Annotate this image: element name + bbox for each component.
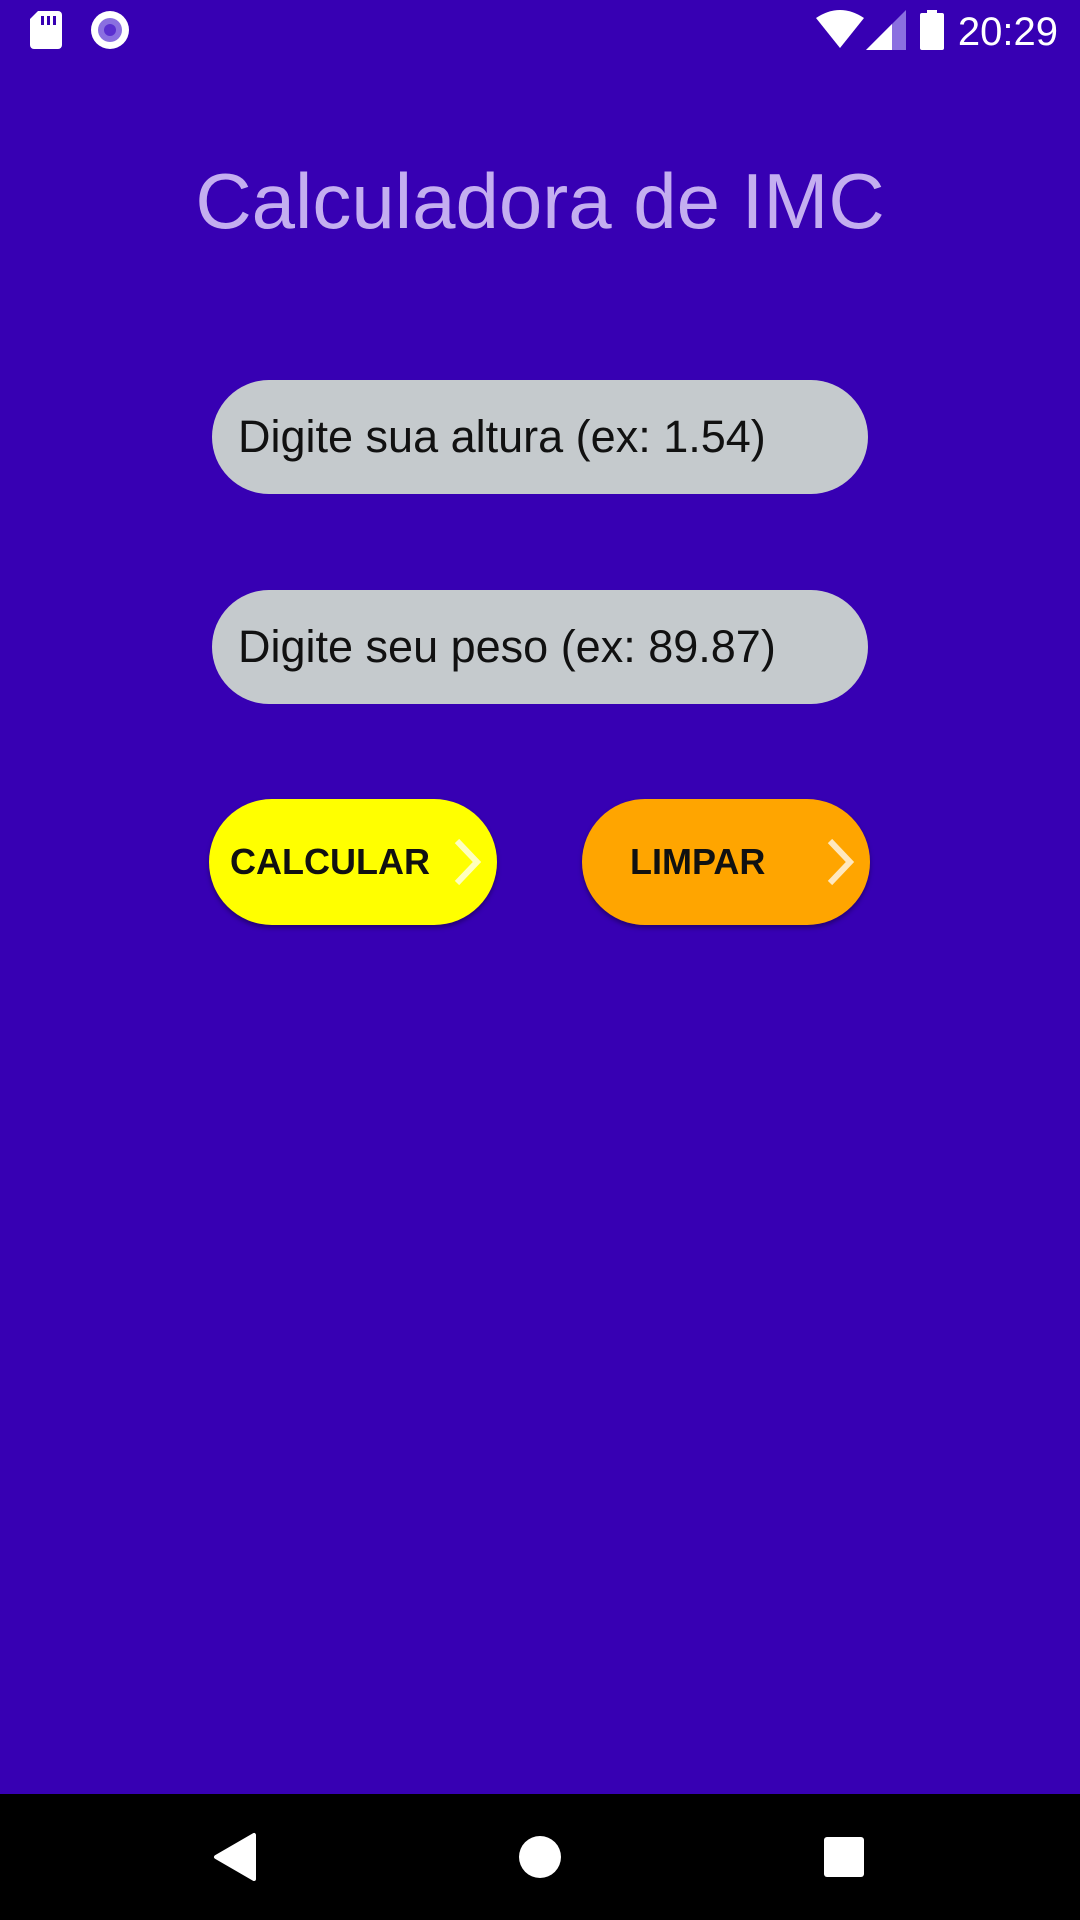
navigation-bar — [0, 1794, 1080, 1920]
page-title: Calculadora de IMC — [195, 157, 885, 245]
home-icon[interactable] — [510, 1827, 570, 1887]
calculate-button[interactable]: CALCULAR — [209, 799, 497, 925]
signal-icon — [865, 9, 920, 55]
sd-card-icon — [30, 10, 62, 54]
calculate-button-label: CALCULAR — [230, 841, 430, 882]
height-field[interactable] — [212, 380, 868, 494]
recents-icon[interactable] — [814, 1827, 874, 1887]
status-clock: 20:29 — [957, 10, 1058, 54]
clear-button-label: LIMPAR — [630, 841, 766, 882]
battery-icon — [919, 9, 958, 55]
back-icon[interactable] — [206, 1827, 266, 1887]
weight-field[interactable] — [212, 590, 868, 704]
height-input[interactable] — [238, 411, 842, 463]
status-bar-right: 20:29 — [815, 8, 1058, 56]
status-bar: 20:29 — [0, 0, 1080, 63]
clear-button[interactable]: LIMPAR — [582, 799, 870, 925]
weight-input[interactable] — [238, 621, 842, 673]
record-icon — [62, 10, 130, 55]
status-bar-left — [30, 10, 130, 55]
wifi-icon — [815, 9, 866, 55]
